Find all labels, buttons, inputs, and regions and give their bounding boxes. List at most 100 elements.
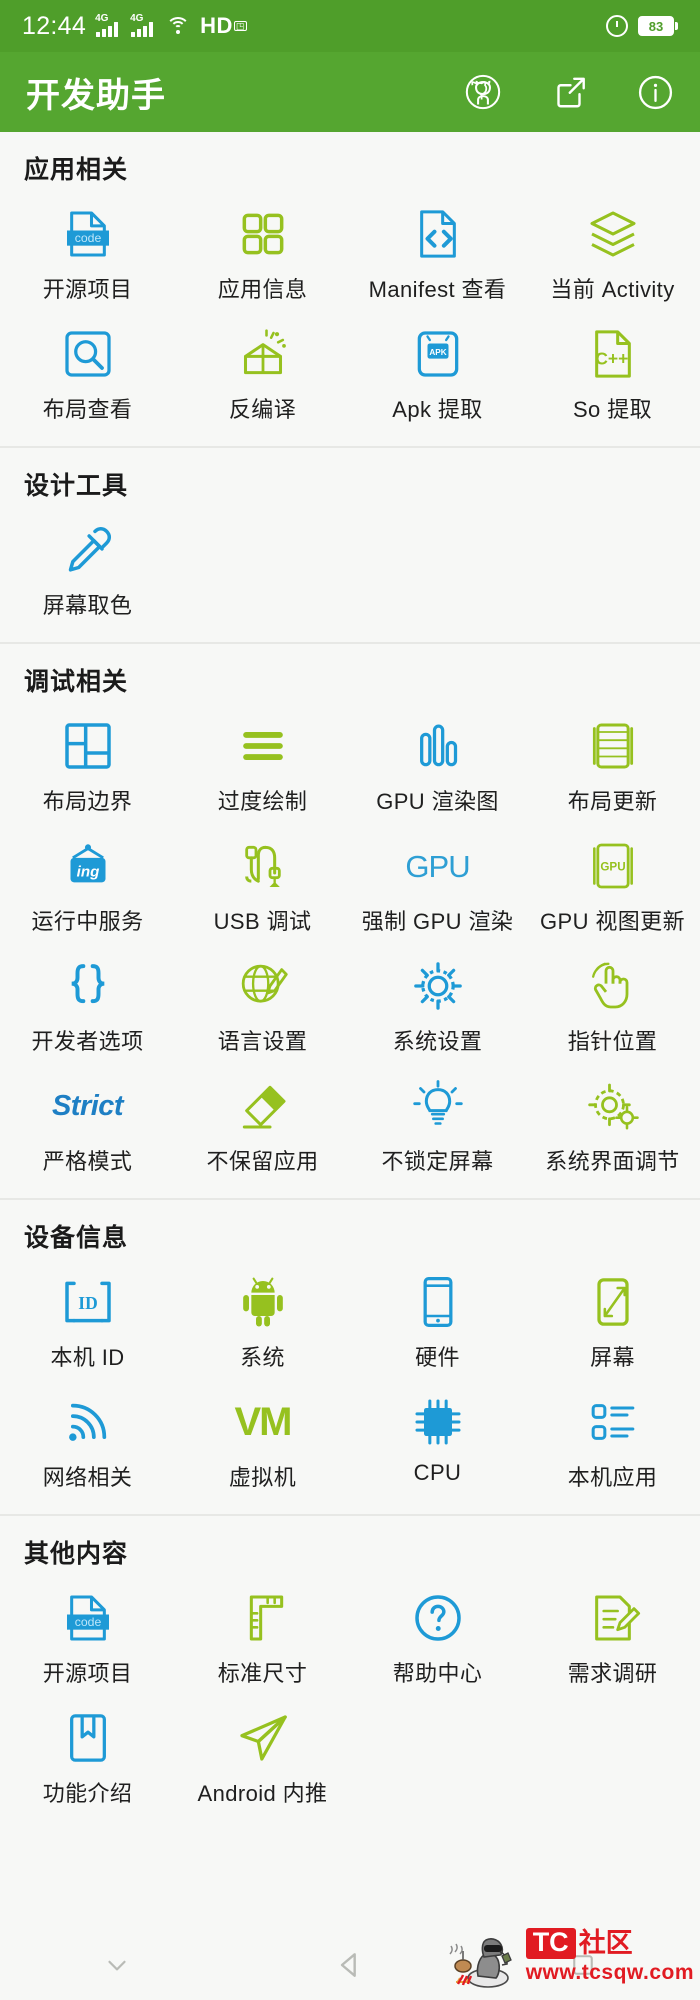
feature-item[interactable]: 布局边界 (0, 708, 175, 828)
feature-label: 开发者选项 (31, 1029, 144, 1054)
feature-item[interactable]: APK Apk 提取 (350, 316, 525, 436)
phone-icon (408, 1272, 468, 1332)
feature-item[interactable]: ing 运行中服务 (0, 828, 175, 948)
gpu-view-update-icon: GPU (583, 836, 643, 896)
feature-item[interactable]: 应用信息 (175, 196, 350, 316)
bookmark-book-icon (58, 1708, 118, 1768)
feature-label: 系统 (240, 1345, 285, 1370)
hide-keyboard-icon[interactable] (87, 1945, 147, 1985)
feature-item[interactable]: 屏幕 (525, 1264, 700, 1384)
feature-item[interactable]: code 开源项目 (0, 196, 175, 316)
feature-item[interactable]: 布局更新 (525, 708, 700, 828)
feature-label: 功能介绍 (42, 1781, 133, 1806)
hd-voice-icon: HD ◳ (200, 13, 247, 39)
feature-label: So 提取 (572, 397, 653, 422)
github-icon[interactable] (464, 73, 502, 111)
battery-icon: 83 (638, 16, 678, 36)
svg-text:code: code (74, 1615, 101, 1629)
feature-item[interactable]: 功能介绍 (0, 1700, 175, 1820)
app-list-icon (583, 1392, 643, 1452)
vm-text-icon: VM (234, 1400, 293, 1444)
feature-item[interactable]: CPU (350, 1384, 525, 1504)
feature-label: 屏幕取色 (42, 593, 133, 618)
layout-update-icon (583, 716, 643, 776)
feature-item[interactable]: 布局查看 (0, 316, 175, 436)
wifi-icon (165, 16, 191, 36)
feature-item[interactable]: USB 调试 (175, 828, 350, 948)
section-3: 调试相关 布局边界 过度绘制 GPU 渲染图 布局更新 ing 运行中服务 USB… (0, 644, 700, 1200)
feature-grid: 屏幕取色 (0, 512, 700, 632)
feature-item[interactable]: ID 本机 ID (0, 1264, 175, 1384)
feature-item[interactable]: VM 虚拟机 (175, 1384, 350, 1504)
feature-item[interactable]: code 开源项目 (0, 1580, 175, 1700)
section-title: 设计工具 (24, 472, 129, 500)
feature-item[interactable]: 开发者选项 (0, 948, 175, 1068)
feature-item[interactable]: 本机应用 (525, 1384, 700, 1504)
eraser-icon (233, 1076, 293, 1136)
feature-label: 指针位置 (567, 1029, 658, 1054)
feature-label: Android 内推 (197, 1781, 328, 1806)
android-robot-icon (233, 1272, 293, 1332)
feature-item[interactable]: Android 内推 (175, 1700, 350, 1820)
status-bar-left: 12:44 4G 4G HD ◳ (22, 12, 247, 41)
feature-item[interactable]: 不保留应用 (175, 1068, 350, 1188)
open-box-icon (233, 324, 293, 384)
feature-item[interactable]: GPU 强制 GPU 渲染 (350, 828, 525, 948)
eyedropper-icon (58, 520, 118, 580)
gear-tune-icon (583, 1076, 643, 1136)
gear-icon (408, 956, 468, 1016)
feature-item[interactable]: 系统 (175, 1264, 350, 1384)
info-icon[interactable] (636, 73, 674, 111)
feature-item[interactable]: 语言设置 (175, 948, 350, 1068)
feature-item[interactable]: 标准尺寸 (175, 1580, 350, 1700)
section-2: 设计工具 屏幕取色 (0, 448, 700, 644)
battery-level-label: 83 (638, 16, 674, 36)
feature-item[interactable]: 网络相关 (0, 1384, 175, 1504)
feature-item[interactable]: C++ So 提取 (525, 316, 700, 436)
feature-item[interactable]: Manifest 查看 (350, 196, 525, 316)
hd-label: HD (200, 13, 233, 38)
feature-item[interactable]: GPU GPU 视图更新 (525, 828, 700, 948)
feature-label: 严格模式 (42, 1149, 133, 1174)
survey-pencil-icon (583, 1588, 643, 1648)
apk-icon: APK (408, 324, 468, 384)
back-icon[interactable] (320, 1945, 380, 1985)
lightbulb-icon (408, 1076, 468, 1136)
feature-item[interactable]: 不锁定屏幕 (350, 1068, 525, 1188)
feature-label: GPU 渲染图 (376, 789, 499, 814)
system-nav-bar (0, 1930, 700, 2000)
feature-label: 布局查看 (42, 397, 133, 422)
feature-item[interactable]: 屏幕取色 (0, 512, 175, 632)
recents-icon[interactable] (553, 1945, 613, 1985)
feature-item[interactable]: 当前 Activity (525, 196, 700, 316)
feature-item[interactable]: 帮助中心 (350, 1580, 525, 1700)
feature-item[interactable]: 过度绘制 (175, 708, 350, 828)
svg-text:APK: APK (429, 348, 446, 357)
status-bar: 12:44 4G 4G HD ◳ 83 (0, 0, 700, 52)
code-file-icon: code (58, 1588, 118, 1648)
feature-item[interactable]: 系统设置 (350, 948, 525, 1068)
feature-label: 屏幕 (590, 1345, 635, 1370)
feature-item[interactable]: Strict 严格模式 (0, 1068, 175, 1188)
feature-label: Manifest 查看 (368, 277, 507, 302)
layout-search-icon (58, 324, 118, 384)
svg-text:ID: ID (78, 1293, 97, 1313)
feature-label: 帮助中心 (392, 1661, 483, 1686)
feature-label: 不锁定屏幕 (381, 1149, 494, 1174)
feature-item[interactable]: 系统界面调节 (525, 1068, 700, 1188)
section-5: 其他内容 code 开源项目 标准尺寸 帮助中心 需求调研 功能介绍 Androi… (0, 1516, 700, 1830)
section-1: 应用相关 code 开源项目 应用信息 Manifest 查看 当前 Activi… (0, 132, 700, 448)
gpu-text-icon: GPU (405, 848, 470, 884)
app-bar: 开发助手 (0, 52, 700, 132)
feature-item[interactable]: 反编译 (175, 316, 350, 436)
feature-item[interactable]: GPU 渲染图 (350, 708, 525, 828)
feature-item[interactable]: 硬件 (350, 1264, 525, 1384)
feature-item[interactable]: 需求调研 (525, 1580, 700, 1700)
feature-label: Apk 提取 (392, 397, 483, 422)
feature-label: GPU 视图更新 (540, 909, 685, 934)
share-icon[interactable] (550, 73, 588, 111)
feature-label: 反编译 (228, 397, 297, 422)
alarm-clock-icon (606, 15, 628, 37)
feature-item[interactable]: 指针位置 (525, 948, 700, 1068)
pointer-touch-icon (583, 956, 643, 1016)
